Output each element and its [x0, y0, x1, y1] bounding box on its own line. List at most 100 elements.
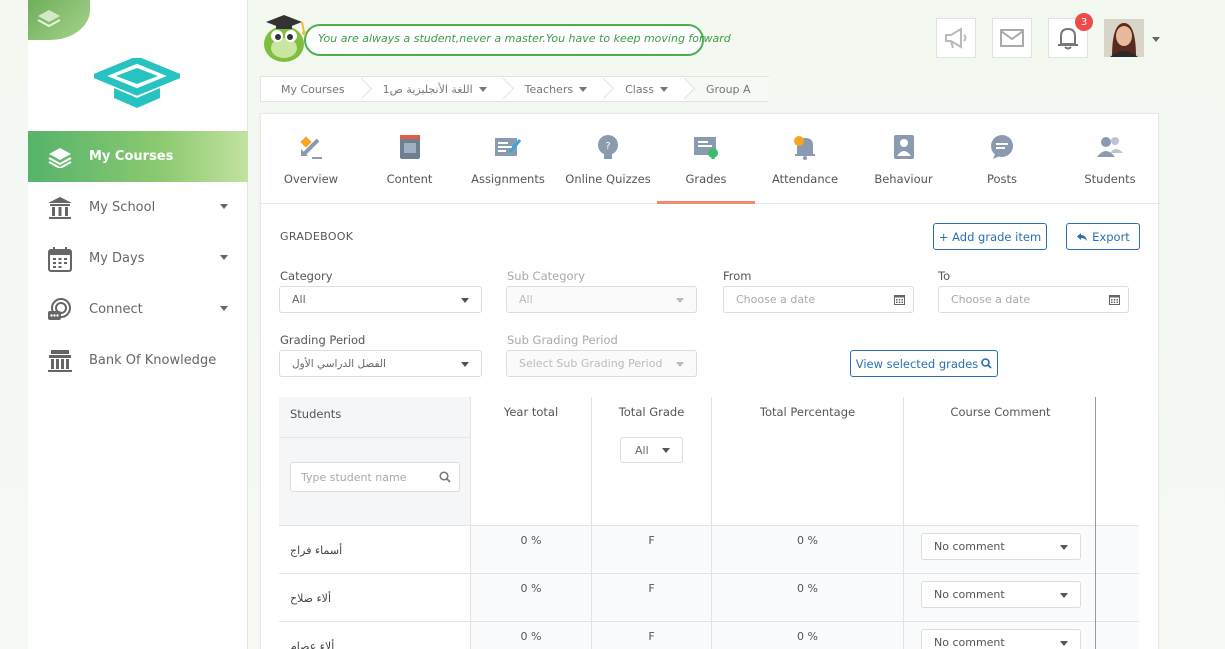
sidebar-item-label: My School [89, 200, 156, 215]
tab-label: Overview [283, 172, 339, 186]
mascot-icon [264, 15, 306, 62]
year-total-cell: 0 % [471, 622, 592, 649]
sidebar-item-connect[interactable]: Connect [28, 284, 248, 335]
tab-overview[interactable]: Overview [261, 114, 361, 204]
sidebar-item-my-days[interactable]: My Days [28, 233, 248, 284]
tab-label: Grades [685, 172, 727, 186]
user-menu-caret-icon[interactable] [1152, 37, 1160, 42]
quote-text: You are always a student,never a master.… [318, 32, 731, 45]
breadcrumb-label: My Courses [281, 82, 345, 96]
sidebar: My Courses My School My Days Connect Ban… [28, 0, 248, 649]
bank-icon [46, 347, 74, 375]
table-row: أسماء فراج 0 % F 0 % No comment [279, 525, 1139, 574]
breadcrumb-item[interactable]: My Courses [261, 77, 363, 101]
tab-label: Posts [986, 172, 1018, 186]
breadcrumb-item[interactable]: Teachers [505, 77, 605, 101]
add-grade-item-button[interactable]: + Add grade item [933, 223, 1047, 250]
select-value: No comment [934, 540, 1005, 553]
sidebar-item-bank-of-knowledge[interactable]: Bank Of Knowledge [28, 335, 248, 386]
chevron-down-icon [676, 362, 684, 367]
sub-grading-period-select[interactable]: Select Sub Grading Period [506, 350, 697, 377]
avatar[interactable] [1104, 19, 1144, 57]
input-placeholder: Choose a date [736, 293, 816, 306]
table-row: ألاء صلاح 0 % F 0 % No comment [279, 573, 1139, 622]
category-select[interactable]: All [279, 286, 482, 313]
student-name[interactable]: أسماء فراج [279, 526, 471, 574]
notification-count-badge: 3 [1075, 13, 1093, 31]
calendar-icon [46, 245, 74, 273]
tab-assignments[interactable]: Assignments [458, 114, 558, 204]
total-percentage-cell: 0 % [712, 574, 904, 622]
breadcrumb-item[interactable]: اللغة الأنجليزية ص1 [363, 77, 505, 101]
subcategory-label: Sub Category [507, 269, 586, 283]
chevron-down-icon [478, 86, 487, 92]
button-label: Export [1092, 229, 1130, 244]
divider [279, 437, 471, 438]
search-icon [981, 358, 992, 369]
total-grade-filter-select[interactable]: All [620, 437, 683, 463]
tab-posts[interactable]: Posts [952, 114, 1052, 204]
student-search-input[interactable]: Type student name [290, 462, 460, 492]
breadcrumb-label: Class [625, 82, 655, 96]
from-label: From [723, 269, 752, 283]
column-header: Students [290, 407, 342, 421]
messages-button[interactable] [992, 18, 1032, 58]
mail-icon [1000, 29, 1024, 47]
year-total-header: Year total [471, 397, 592, 525]
announcements-button[interactable] [936, 18, 976, 58]
from-date-input[interactable]: Choose a date [723, 286, 914, 313]
tab-content[interactable]: Content [361, 114, 458, 204]
tab-online-quizzes[interactable]: ? Online Quizzes [558, 114, 658, 204]
subcategory-select[interactable]: All [506, 286, 697, 313]
course-comment-select[interactable]: No comment [921, 533, 1081, 560]
to-date-input[interactable]: Choose a date [938, 286, 1129, 313]
attendance-icon [790, 132, 820, 162]
chat-icon [46, 296, 74, 324]
sidebar-item-my-school[interactable]: My School [28, 182, 248, 233]
to-label: To [938, 269, 951, 283]
tab-label: Behaviour [874, 172, 933, 186]
tab-students[interactable]: Students [1060, 114, 1160, 204]
total-percentage-cell: 0 % [712, 526, 904, 574]
bell-icon [1058, 27, 1078, 50]
column-header: Year total [503, 405, 559, 419]
sidebar-item-label: Connect [89, 302, 143, 317]
course-comment-select[interactable]: No comment [921, 581, 1081, 608]
chevron-down-icon [1060, 545, 1068, 550]
view-selected-grades-button[interactable]: View selected grades [850, 350, 998, 377]
student-name[interactable]: ألاء صلاح [279, 574, 471, 622]
sub-grading-period-label: Sub Grading Period [507, 333, 618, 347]
tab-grades[interactable]: Grades [657, 114, 755, 204]
overview-icon [296, 132, 326, 162]
students-icon [1095, 132, 1125, 162]
notifications-button[interactable]: 3 [1048, 13, 1093, 58]
chevron-down-icon [662, 448, 670, 453]
megaphone-icon [945, 27, 967, 49]
button-label: View selected grades [855, 356, 979, 371]
app-logo[interactable] [88, 56, 186, 115]
breadcrumb: My Courses اللغة الأنجليزية ص1 Teachers … [260, 76, 769, 102]
breadcrumb-item[interactable]: Class [605, 77, 686, 101]
tab-behaviour[interactable]: Behaviour [855, 114, 952, 204]
student-name[interactable]: ألاء عصام [279, 622, 471, 649]
breadcrumb-item-current: Group A [686, 77, 769, 101]
chevron-down-icon [461, 298, 469, 303]
tab-attendance[interactable]: Attendance [755, 114, 855, 204]
course-panel: Overview Content Assignments ? Online Qu… [260, 113, 1160, 649]
year-total-cell: 0 % [471, 526, 592, 574]
chevron-down-icon [1060, 593, 1068, 598]
svg-text:?: ? [605, 141, 610, 152]
content-icon [395, 132, 425, 162]
breadcrumb-label: Teachers [524, 82, 574, 96]
select-value: No comment [934, 636, 1005, 649]
total-percentage-header: Total Percentage [712, 397, 904, 525]
select-value: No comment [934, 588, 1005, 601]
calendar-icon [1109, 295, 1120, 305]
course-comment-select[interactable]: No comment [921, 629, 1081, 649]
books-icon [46, 143, 74, 171]
sidebar-item-my-courses[interactable]: My Courses [28, 131, 248, 182]
breadcrumb-label: اللغة الأنجليزية ص1 [382, 82, 473, 96]
behaviour-icon [889, 132, 919, 162]
grading-period-select[interactable]: الفصل الدراسي الأول [279, 350, 482, 377]
export-button[interactable]: Export [1066, 223, 1140, 250]
